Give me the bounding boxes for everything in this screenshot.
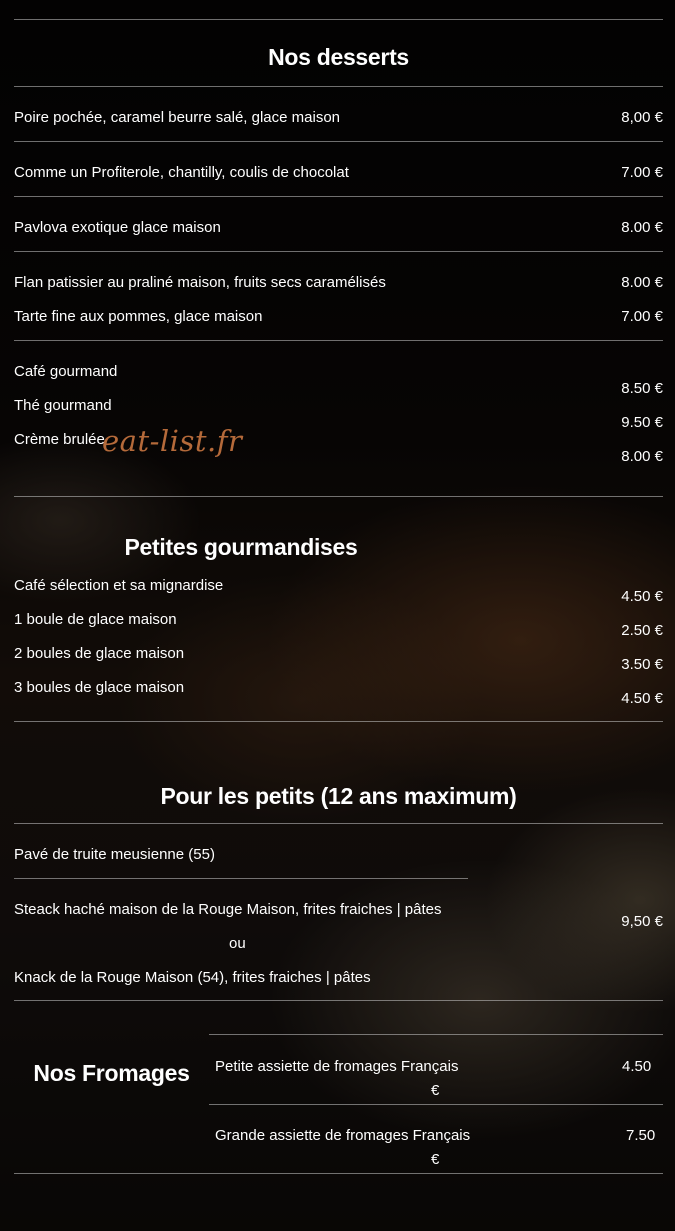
menu-item-name: Pavé de truite meusienne (55)	[14, 846, 215, 863]
divider	[14, 19, 663, 20]
menu-item-price: 8.00 €	[621, 274, 663, 291]
section-title-fromages: Nos Fromages	[33, 1060, 190, 1086]
currency-symbol: €	[431, 1082, 440, 1099]
menu-item-price: 7.00 €	[621, 308, 663, 325]
divider	[14, 1000, 663, 1001]
menu-item-name: Flan patissier au praliné maison, fruits…	[14, 274, 386, 291]
section-title-desserts: Nos desserts	[268, 44, 409, 70]
section-title-gourmandises: Petites gourmandises	[124, 534, 358, 560]
menu-item-name: 3 boules de glace maison	[14, 679, 185, 696]
divider	[14, 196, 663, 197]
menu-item-price: 8.50 €	[621, 380, 663, 397]
menu-item-price: 4.50	[622, 1058, 652, 1075]
menu-item-name: Thé gourmand	[14, 397, 112, 414]
menu-item-name: 2 boules de glace maison	[14, 645, 185, 662]
menu-item-name: Pavlova exotique glace maison	[14, 219, 221, 236]
divider	[14, 1173, 663, 1174]
menu-item-name: Poire pochée, caramel beurre salé, glace…	[14, 109, 341, 126]
divider	[14, 251, 663, 252]
menu-item-price: 8.00 €	[621, 219, 663, 236]
menu-item-name: Petite assiette de fromages Français	[215, 1058, 459, 1075]
menu-item-price: 4.50 €	[621, 690, 663, 707]
divider	[14, 496, 663, 497]
menu-item-price: 2.50 €	[621, 622, 663, 639]
menu-item-price: 8,00 €	[621, 109, 663, 126]
menu-item-name: 1 boule de glace maison	[14, 611, 177, 628]
menu-item-name: Knack de la Rouge Maison (54), frites fr…	[14, 969, 371, 986]
menu-item-name: Crème brulée	[14, 431, 105, 448]
currency-symbol: €	[431, 1151, 440, 1168]
menu-item-name: Tarte fine aux pommes, glace maison	[14, 308, 263, 325]
menu-item-price: 7.50	[626, 1127, 656, 1144]
menu-item-name: Café gourmand	[14, 363, 118, 380]
menu-item-name: Café sélection et sa mignardise	[14, 577, 224, 594]
divider	[14, 86, 663, 87]
divider	[14, 878, 468, 879]
divider	[209, 1104, 663, 1105]
divider	[14, 141, 663, 142]
menu-item-name: Comme un Profiterole, chantilly, coulis …	[14, 164, 349, 181]
menu-item-price: 9,50 €	[621, 913, 663, 930]
menu-item-name: Grande assiette de fromages Français	[215, 1127, 471, 1144]
menu-item-price: 9.50 €	[621, 414, 663, 431]
menu-item-name: Steack haché maison de la Rouge Maison, …	[14, 901, 442, 918]
section-title-petits: Pour les petits (12 ans maximum)	[160, 783, 517, 809]
divider	[14, 721, 663, 722]
menu-item-price: 3.50 €	[621, 656, 663, 673]
menu-item-price: 7.00 €	[621, 164, 663, 181]
divider	[14, 340, 663, 341]
divider	[14, 823, 663, 824]
or-separator: ou	[229, 935, 246, 952]
divider	[209, 1034, 663, 1035]
watermark-logo: eat-list.fr	[102, 424, 243, 458]
menu-item-price: 4.50 €	[621, 588, 663, 605]
menu-item-price: 8.00 €	[621, 448, 663, 465]
